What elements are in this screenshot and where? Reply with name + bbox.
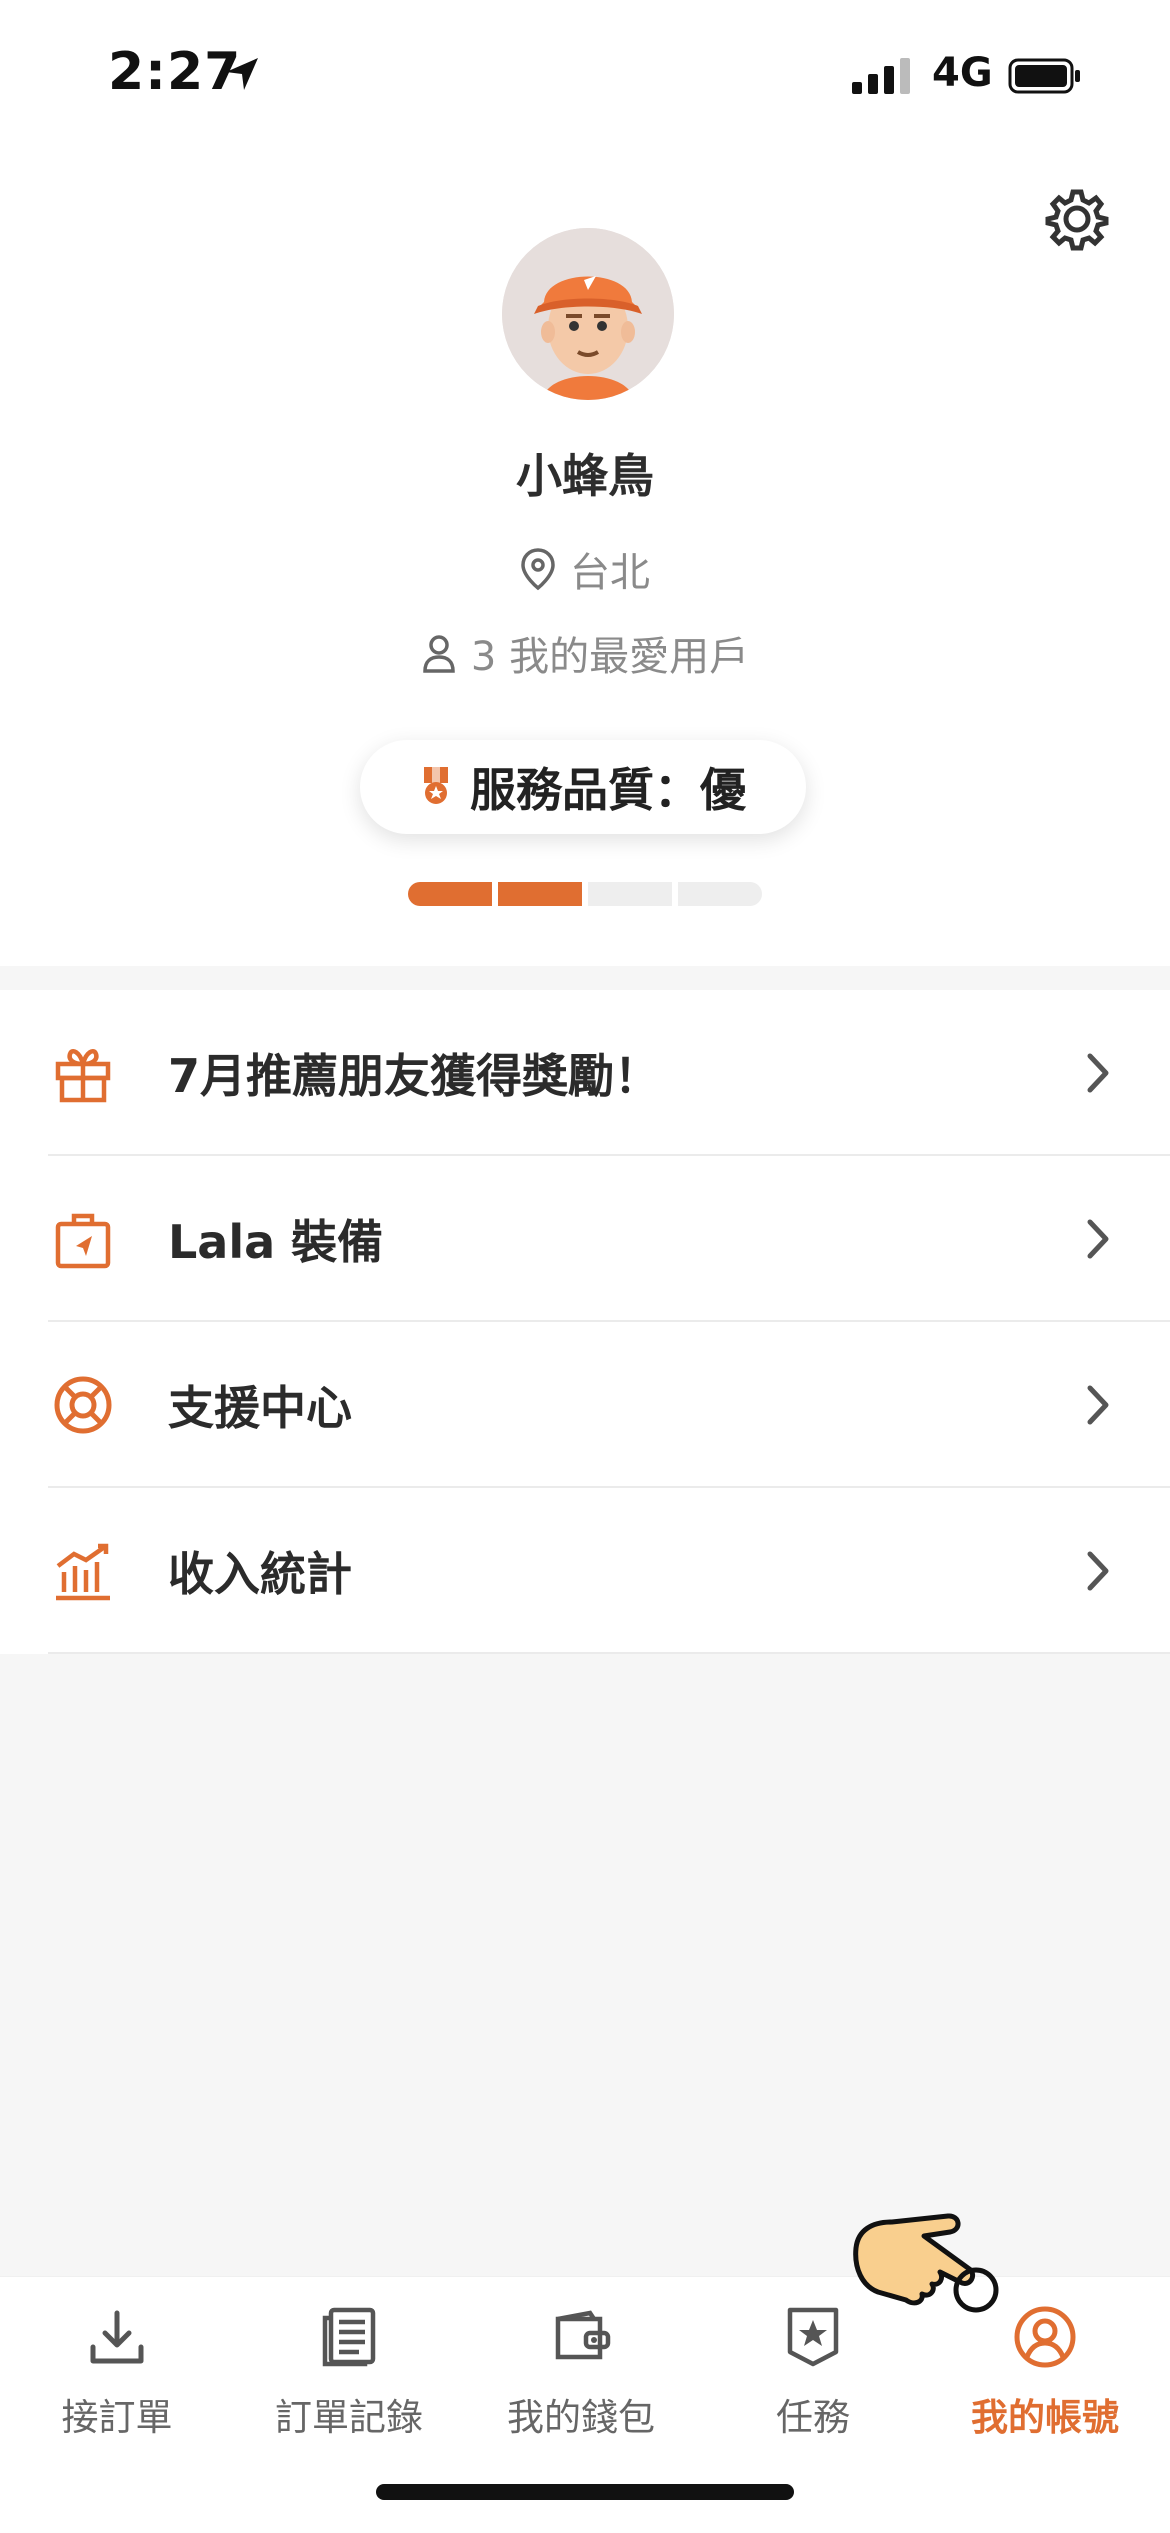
menu-item-label: 支援中心 <box>168 1381 352 1435</box>
service-quality-badge[interactable]: 服務品質：優 <box>360 740 806 834</box>
quality-level-segment <box>678 882 762 906</box>
menu-item-label: 收入統計 <box>168 1547 352 1601</box>
city-label: 台北 <box>570 550 650 596</box>
city-row: 台北 <box>0 540 1170 601</box>
menu-item-referral[interactable]: 7月推薦朋友獲得獎勵！ <box>0 990 1170 1156</box>
nav-tab-accept-orders[interactable]: 接訂單 <box>0 2297 234 2441</box>
cellular-signal-icon <box>852 58 910 94</box>
divider <box>48 1652 1170 1654</box>
network-type: 4G <box>932 50 993 96</box>
avatar-illustration <box>502 228 674 400</box>
nav-tab-wallet[interactable]: 我的錢包 <box>464 2297 698 2441</box>
nav-label: 我的帳號 <box>971 2396 1119 2439</box>
quality-level-segment <box>408 882 492 906</box>
favorite-users-label: 3 我的最愛用戶 <box>470 634 750 680</box>
service-quality-label: 服務品質：優 <box>470 763 746 817</box>
gift-icon <box>55 1049 111 1103</box>
quality-level-segment <box>588 882 672 906</box>
user-icon <box>423 635 455 673</box>
star-badge-icon <box>787 2307 839 2367</box>
quality-level-segment <box>498 882 582 906</box>
document-list-icon <box>322 2307 376 2367</box>
profile-name: 小蜂鳥 <box>516 449 654 503</box>
menu-item-income-stats[interactable]: 收入統計 <box>0 1488 1170 1654</box>
wallet-icon <box>555 2310 611 2360</box>
menu-item-label: Lala 裝備 <box>168 1215 384 1269</box>
battery-icon <box>1008 58 1080 94</box>
chevron-right-icon <box>1087 1551 1109 1591</box>
account-icon <box>1014 2306 1076 2368</box>
medal-icon <box>424 767 448 804</box>
nav-tab-order-history[interactable]: 訂單記錄 <box>232 2297 466 2441</box>
nav-label: 我的錢包 <box>507 2396 655 2439</box>
menu-item-label: 7月推薦朋友獲得獎勵！ <box>168 1049 661 1103</box>
chevron-right-icon <box>1087 1219 1109 1259</box>
location-pin-icon <box>521 548 555 591</box>
nav-label: 訂單記錄 <box>275 2396 423 2439</box>
shopping-bag-icon <box>55 1213 111 1269</box>
chevron-right-icon <box>1087 1385 1109 1425</box>
menu-item-support-center[interactable]: 支援中心 <box>0 1322 1170 1488</box>
download-icon <box>90 2310 144 2364</box>
pointing-hand-icon <box>853 2213 999 2313</box>
location-arrow-icon <box>226 58 258 90</box>
settings-gear-icon[interactable] <box>1044 186 1110 252</box>
account-menu: 7月推薦朋友獲得獎勵！ Lala 裝備 支援中心 收入統計 <box>0 990 1170 1654</box>
nav-label: 任務 <box>776 2396 850 2439</box>
chevron-right-icon <box>1087 1053 1109 1093</box>
favorite-users-row[interactable]: 3 我的最愛用戶 <box>0 624 1170 683</box>
income-chart-icon <box>56 1543 110 1601</box>
menu-item-lala-gear[interactable]: Lala 裝備 <box>0 1156 1170 1322</box>
nav-label: 接訂單 <box>61 2396 173 2439</box>
lifebuoy-icon <box>54 1376 112 1434</box>
quality-level-bar <box>408 882 762 906</box>
home-indicator[interactable] <box>376 2484 794 2500</box>
avatar[interactable] <box>502 228 674 400</box>
